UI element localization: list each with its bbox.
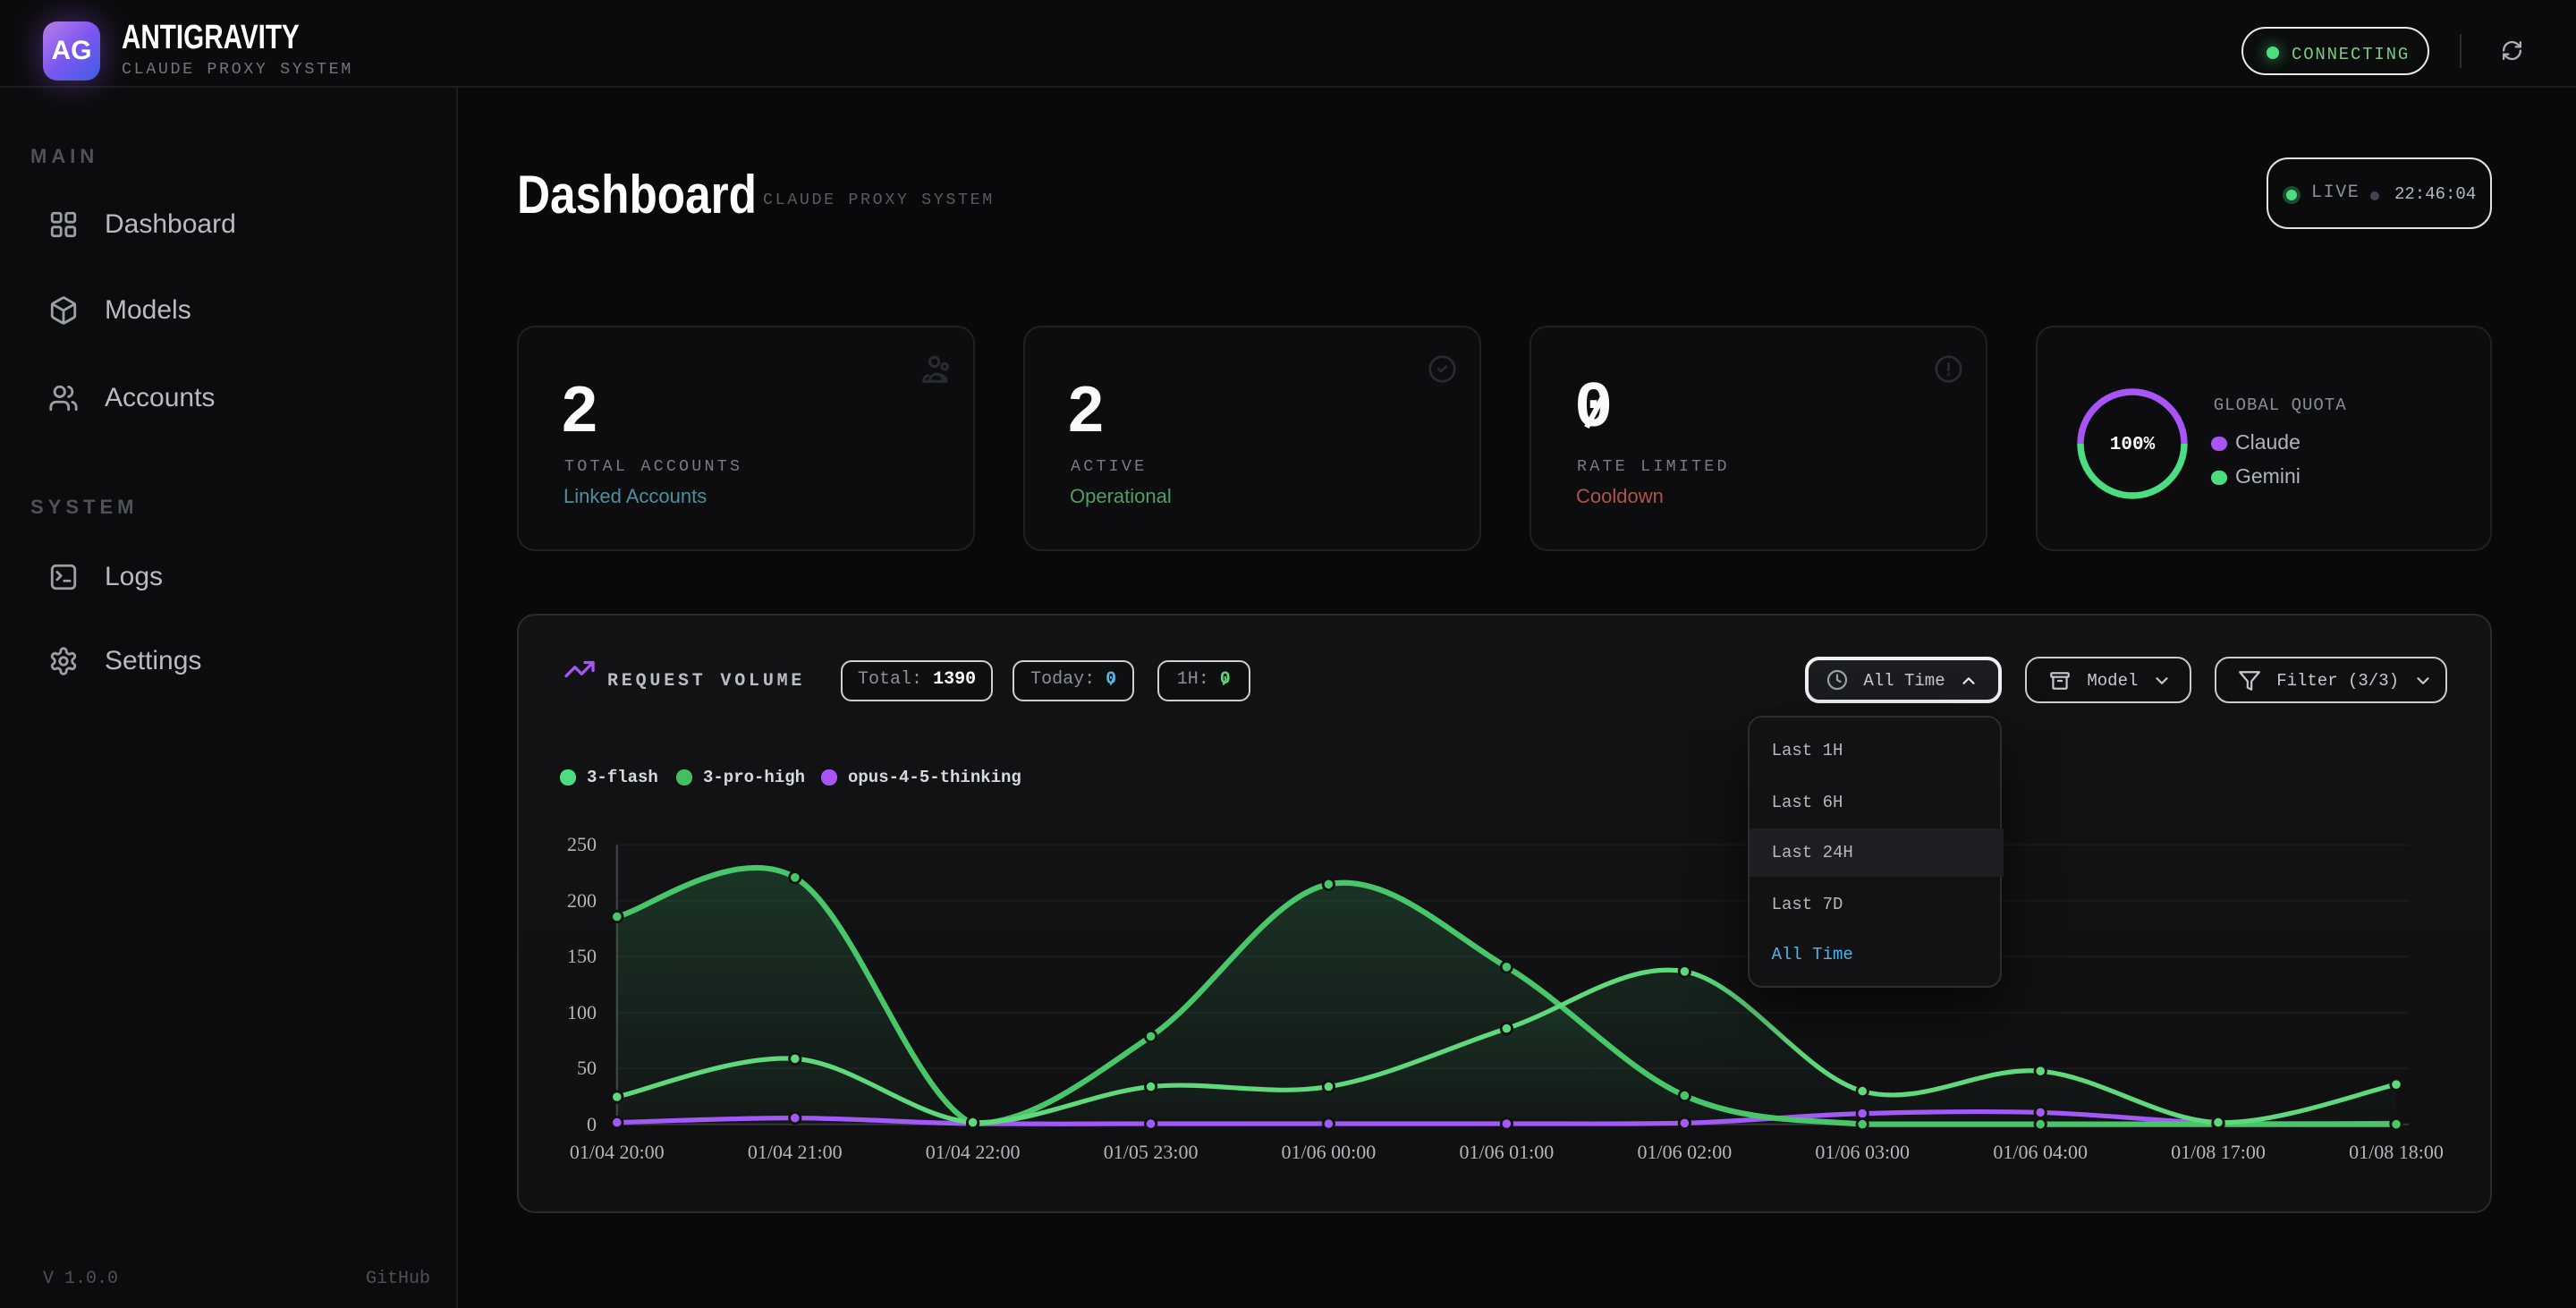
svg-text:50: 50 xyxy=(577,1056,597,1078)
svg-text:01/04 20:00: 01/04 20:00 xyxy=(570,1140,665,1162)
svg-text:01/06 02:00: 01/06 02:00 xyxy=(1638,1140,1733,1162)
svg-text:01/06 03:00: 01/06 03:00 xyxy=(1815,1140,1910,1162)
svg-text:01/06 00:00: 01/06 00:00 xyxy=(1282,1140,1377,1162)
svg-text:100: 100 xyxy=(567,1000,597,1023)
svg-text:01/04 21:00: 01/04 21:00 xyxy=(748,1140,843,1162)
svg-text:0: 0 xyxy=(587,1112,597,1134)
svg-text:200: 200 xyxy=(567,888,597,911)
svg-text:150: 150 xyxy=(567,944,597,966)
svg-text:01/05 23:00: 01/05 23:00 xyxy=(1104,1140,1199,1162)
svg-text:01/06 01:00: 01/06 01:00 xyxy=(1460,1140,1555,1162)
svg-text:01/08 18:00: 01/08 18:00 xyxy=(2349,1140,2444,1162)
svg-text:01/08 17:00: 01/08 17:00 xyxy=(2171,1140,2266,1162)
svg-text:250: 250 xyxy=(567,832,597,854)
svg-text:01/06 04:00: 01/06 04:00 xyxy=(1993,1140,2088,1162)
svg-text:01/04 22:00: 01/04 22:00 xyxy=(926,1140,1021,1162)
